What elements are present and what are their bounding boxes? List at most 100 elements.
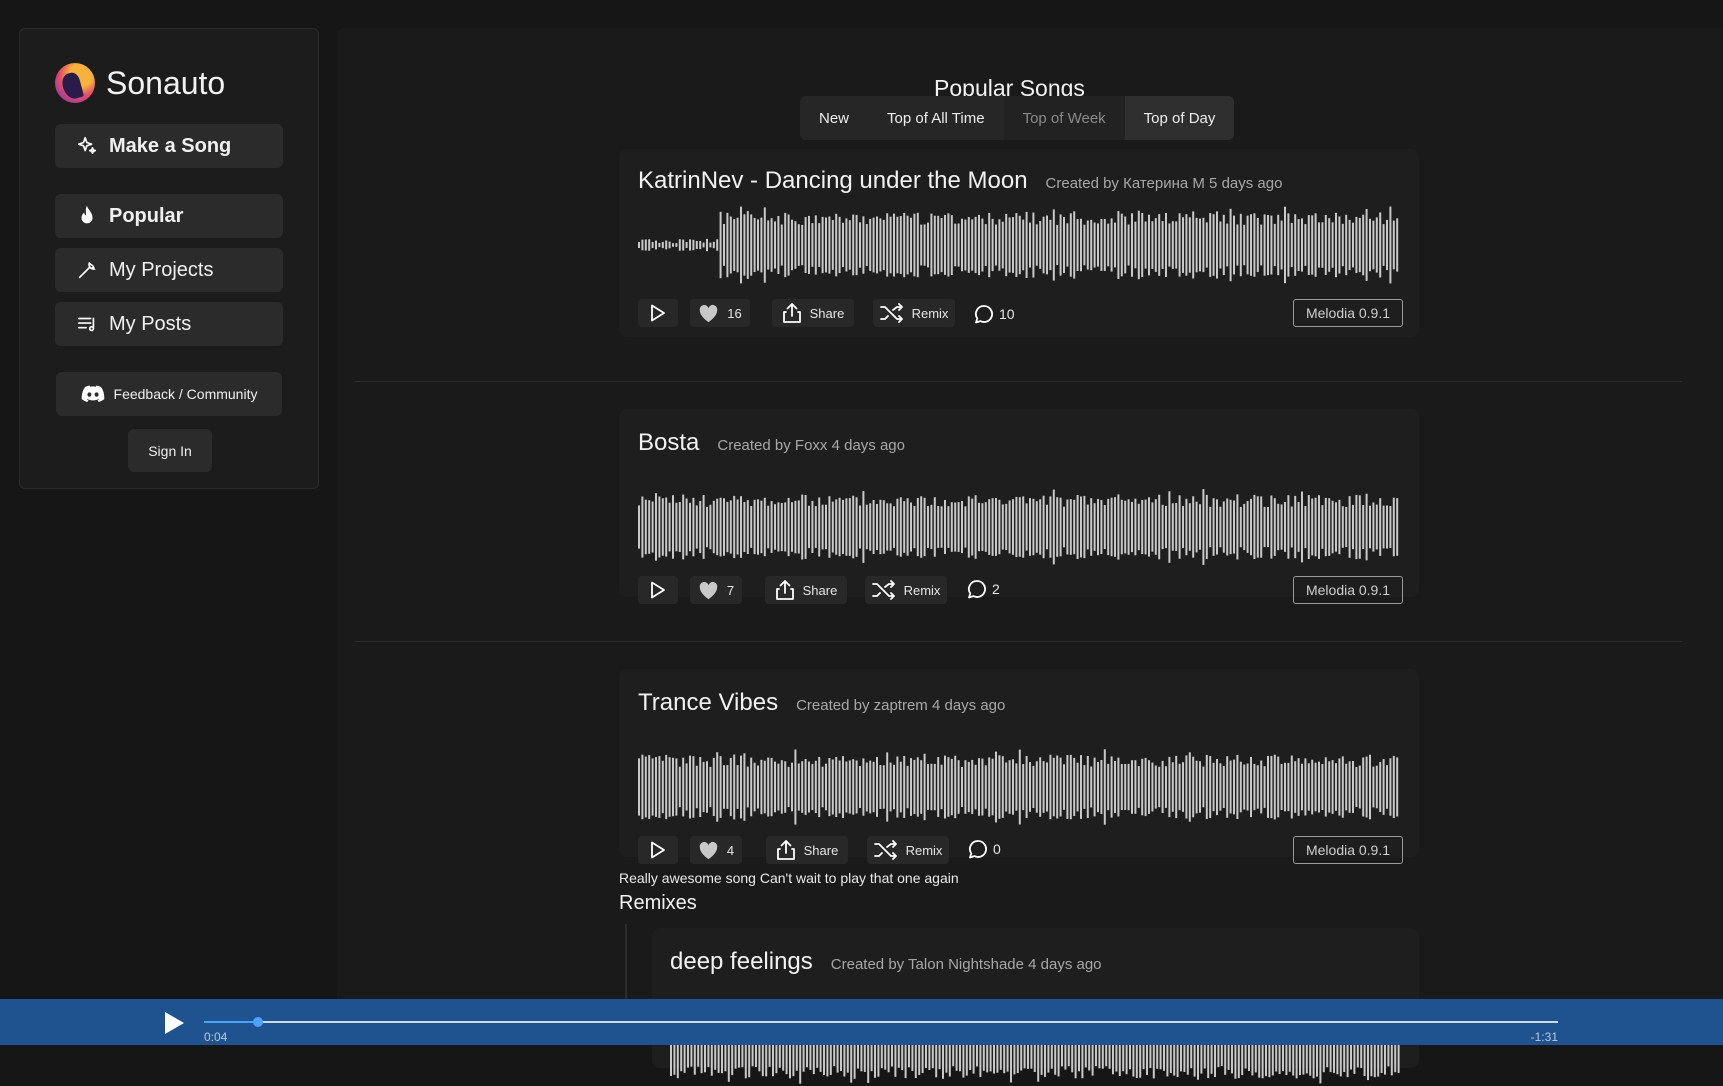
progress-track[interactable]	[204, 1017, 1558, 1027]
waveform-bar	[1369, 218, 1371, 272]
waveform-bar	[665, 240, 668, 250]
waveform-bar	[685, 498, 688, 556]
waveform-bar	[767, 505, 770, 549]
make-song-button[interactable]: Make a Song	[55, 124, 283, 168]
waveform-bar	[1379, 212, 1382, 278]
play-button[interactable]	[638, 299, 678, 327]
waveform-bar	[1256, 496, 1259, 558]
waveform-bar	[1093, 503, 1096, 551]
waveform-bar	[1052, 489, 1055, 565]
waveform-bar	[947, 757, 950, 817]
remix-button[interactable]: Remix	[873, 299, 955, 327]
play-icon	[650, 581, 666, 599]
comments-button[interactable]: 2	[967, 579, 1000, 599]
tab-top-of-all-time[interactable]: Top of All Time	[868, 96, 1004, 140]
waveform-bar	[1083, 224, 1086, 266]
waveform-bar	[842, 756, 844, 818]
waveform-bar	[848, 760, 851, 814]
tab-new[interactable]: New	[800, 96, 868, 140]
waveform-bar	[1154, 499, 1157, 555]
waveform-bar	[1243, 764, 1246, 810]
play-button[interactable]	[638, 836, 678, 864]
waveform-bar	[1369, 754, 1371, 820]
waveform-bar	[876, 757, 878, 817]
waveform-bar	[998, 219, 1001, 271]
song-title[interactable]: KatrinNev - Dancing under the Moon	[638, 167, 1028, 195]
waveform-bar	[763, 207, 766, 283]
waveform-bar	[644, 756, 647, 818]
waveform-bar	[651, 501, 654, 553]
waveform-bar	[767, 220, 770, 270]
like-button[interactable]: 7	[690, 576, 742, 604]
waveform-bar	[1369, 505, 1371, 549]
like-button[interactable]: 4	[690, 836, 742, 864]
waveform-bar	[974, 216, 977, 273]
waveform-bar	[1287, 213, 1290, 277]
waveform-bar	[835, 757, 838, 817]
waveform-bar	[899, 216, 902, 274]
waveform[interactable]	[638, 205, 1400, 285]
remix-button[interactable]: Remix	[867, 836, 949, 864]
comments-button[interactable]: 10	[974, 304, 1015, 324]
waveform-bar	[1029, 222, 1031, 268]
waveform-bar	[655, 493, 657, 561]
song-title[interactable]: Bosta	[638, 429, 699, 457]
waveform-bar	[1222, 214, 1225, 276]
play-button[interactable]	[638, 576, 678, 604]
waveform-bar	[784, 761, 787, 813]
waveform-bar	[1250, 214, 1252, 276]
waveform-bar	[1042, 761, 1045, 813]
waveform[interactable]	[638, 747, 1400, 827]
waveform[interactable]	[638, 487, 1400, 567]
waveform-bar	[1253, 494, 1256, 559]
sign-in-button[interactable]: Sign In	[128, 429, 212, 472]
waveform-bar	[831, 501, 834, 553]
brand[interactable]: Sonauto	[55, 63, 225, 103]
waveform-bar	[1144, 499, 1147, 555]
waveform-bar	[974, 495, 977, 559]
waveform-bar	[1107, 763, 1110, 811]
song-title[interactable]: Trance Vibes	[638, 689, 778, 717]
waveform-bar	[920, 224, 923, 266]
feedback-community-button[interactable]: Feedback / Community	[56, 372, 282, 416]
tab-top-of-week[interactable]: Top of Week	[1003, 96, 1125, 140]
waveform-bar	[794, 749, 797, 825]
waveform-bar	[1256, 765, 1259, 809]
share-button[interactable]: Share	[766, 836, 848, 864]
share-button[interactable]: Share	[772, 299, 854, 327]
waveform-bar	[1175, 503, 1178, 551]
waveform-bar	[1372, 502, 1375, 552]
waveform-bar	[991, 218, 994, 272]
waveform-bar	[1202, 217, 1205, 273]
player-play-button[interactable]	[163, 1011, 185, 1035]
waveform-bar	[665, 754, 668, 820]
sidebar-item-my-projects[interactable]: My Projects	[55, 248, 283, 292]
song-title[interactable]: deep feelings	[670, 948, 813, 976]
remix-button[interactable]: Remix	[865, 576, 947, 604]
tab-top-of-day[interactable]: Top of Day	[1124, 96, 1235, 140]
waveform-bar	[712, 757, 715, 816]
waveform-bar	[1301, 763, 1303, 811]
waveform-bar	[818, 756, 821, 818]
sidebar-item-popular[interactable]: Popular	[55, 194, 283, 238]
shuffle-icon	[871, 580, 896, 600]
song-creator: Created by Катерина M 5 days ago	[1045, 175, 1283, 192]
waveform-bar	[910, 217, 912, 273]
waveform-bar	[1012, 217, 1014, 273]
share-button[interactable]: Share	[765, 576, 847, 604]
sidebar-item-my-posts[interactable]: My Posts	[55, 302, 283, 346]
waveform-bar	[1222, 501, 1225, 553]
like-button[interactable]: 16	[690, 299, 750, 327]
waveform-bar	[835, 213, 838, 277]
waveform-bar	[916, 212, 919, 278]
waveform-bar	[685, 763, 688, 811]
waveform-bar	[1216, 211, 1218, 279]
song-card: KatrinNev - Dancing under the Moon Creat…	[619, 149, 1419, 337]
waveform-bar	[638, 505, 640, 549]
waveform-bar	[1233, 500, 1235, 554]
comments-button[interactable]: 0	[968, 839, 1001, 859]
waveform-bar	[787, 497, 790, 557]
waveform-bar	[1178, 213, 1181, 277]
progress-handle[interactable]	[253, 1017, 264, 1027]
waveform-bar	[865, 504, 868, 550]
